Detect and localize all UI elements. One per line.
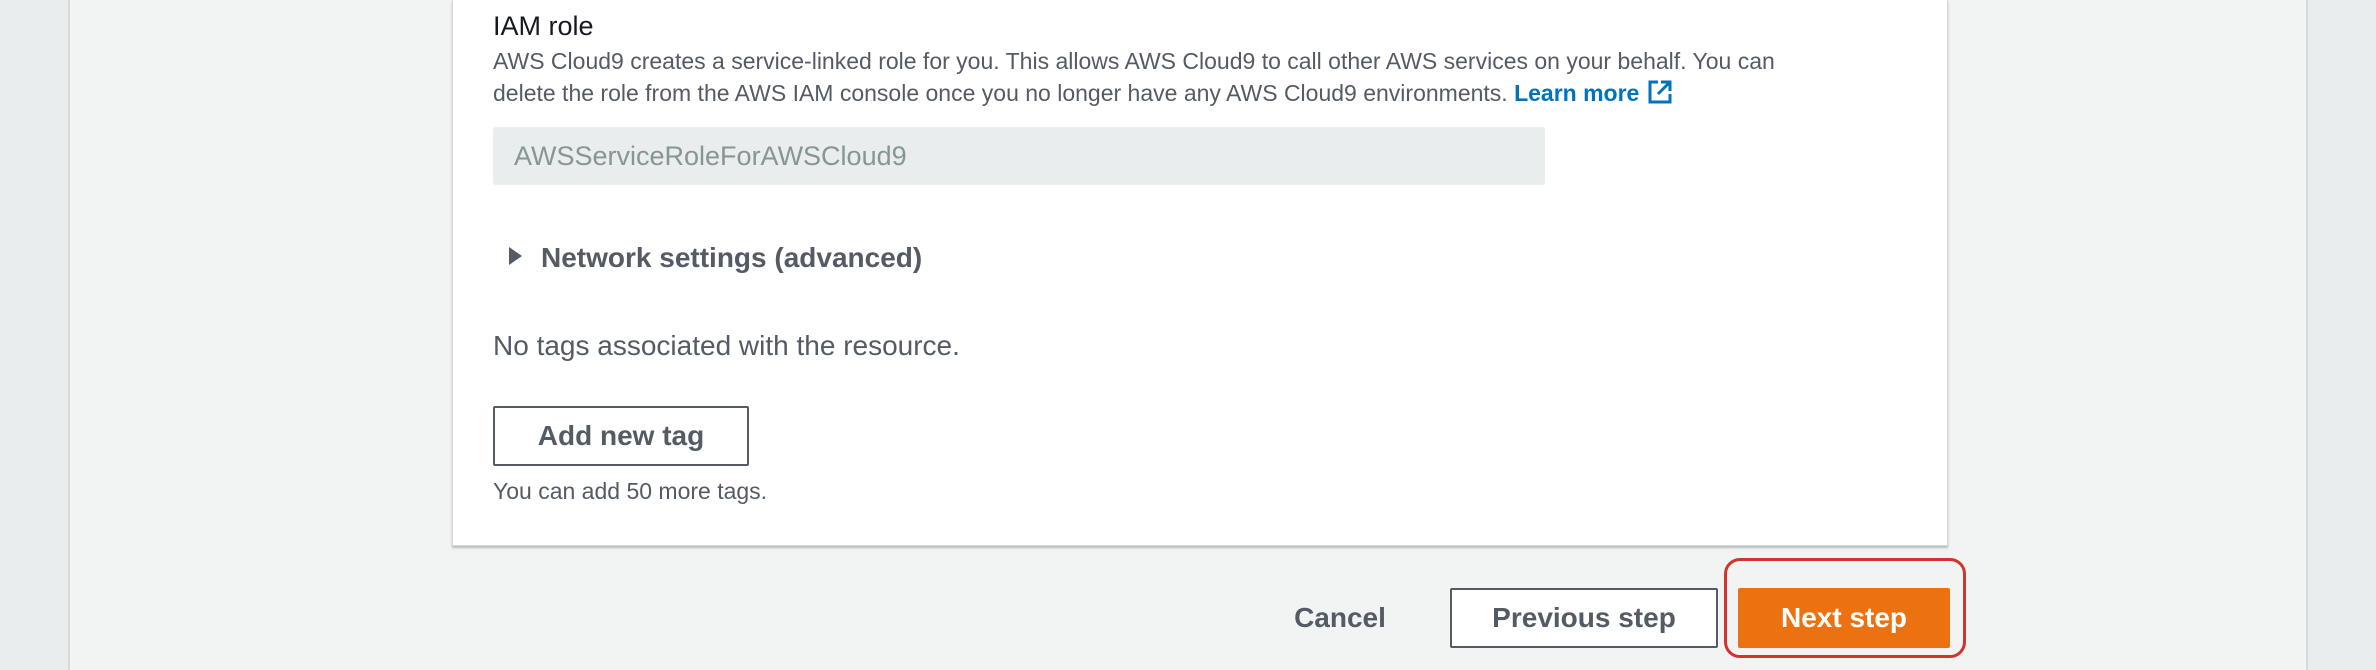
external-link-icon: [1647, 79, 1673, 113]
cancel-button[interactable]: Cancel: [1280, 588, 1400, 648]
previous-step-button[interactable]: Previous step: [1450, 588, 1718, 648]
settings-panel: IAM role AWS Cloud9 creates a service-li…: [452, 0, 1948, 546]
iam-role-input[interactable]: [493, 127, 1545, 185]
network-settings-label: Network settings (advanced): [541, 242, 923, 273]
learn-more-label: Learn more: [1514, 80, 1640, 106]
add-new-tag-button[interactable]: Add new tag: [493, 406, 749, 466]
learn-more-link[interactable]: Learn more: [1514, 80, 1673, 106]
next-step-button[interactable]: Next step: [1738, 588, 1950, 648]
iam-role-description: AWS Cloud9 creates a service-linked role…: [493, 45, 1813, 113]
network-settings-toggle[interactable]: Network settings (advanced): [507, 238, 922, 278]
no-tags-message: No tags associated with the resource.: [493, 330, 960, 361]
caret-right-icon: [507, 246, 523, 271]
iam-role-title: IAM role: [493, 11, 594, 41]
tags-remaining-hint: You can add 50 more tags.: [493, 478, 768, 504]
